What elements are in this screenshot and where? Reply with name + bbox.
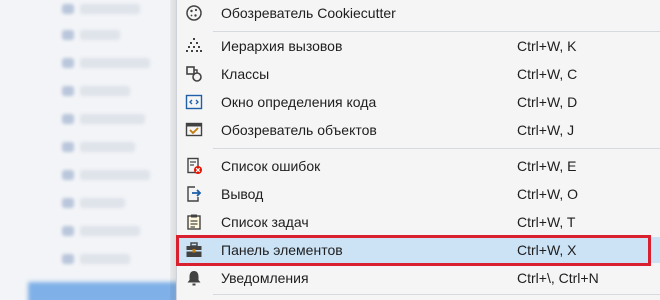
menu-item-label: Обозреватель Cookiecutter bbox=[221, 5, 396, 21]
view-other-windows-menu: Обозреватель Cookiecutter Иерархия вызов… bbox=[176, 0, 660, 300]
menu-item-label: Иерархия вызовов bbox=[221, 38, 343, 54]
toolbox-icon bbox=[185, 241, 203, 259]
menu-item-call-hierarchy[interactable]: Иерархия вызовов Ctrl+W, K bbox=[177, 33, 660, 59]
menu-item-label: Уведомления bbox=[221, 270, 309, 286]
output-icon bbox=[185, 185, 203, 203]
menu-item-label: Обозреватель объектов bbox=[221, 122, 377, 138]
menu-item-cookiecutter-explorer[interactable]: Обозреватель Cookiecutter bbox=[177, 0, 660, 26]
menu-item-label: Список задач bbox=[221, 214, 309, 230]
cookiecutter-icon bbox=[185, 4, 203, 22]
menu-item-shortcut: Ctrl+W, T bbox=[517, 214, 576, 230]
menu-separator bbox=[213, 31, 660, 32]
menu-item-object-browser[interactable]: Обозреватель объектов Ctrl+W, J bbox=[177, 117, 660, 143]
menu-separator bbox=[213, 148, 660, 149]
bell-icon bbox=[185, 269, 203, 287]
object-browser-icon bbox=[185, 121, 203, 139]
menu-item-task-list[interactable]: Список задач Ctrl+W, T bbox=[177, 209, 660, 235]
menu-item-class-view[interactable]: Классы Ctrl+W, C bbox=[177, 61, 660, 87]
menu-item-label: Список ошибок bbox=[221, 158, 321, 174]
code-definition-icon bbox=[185, 93, 203, 111]
menu-item-label: Окно определения кода bbox=[221, 94, 377, 110]
task-list-icon bbox=[185, 213, 203, 231]
menu-item-label: Вывод bbox=[221, 186, 264, 202]
class-view-icon bbox=[185, 65, 203, 83]
menu-item-shortcut: Ctrl+W, X bbox=[517, 242, 577, 258]
menu-item-toolbox[interactable]: Панель элементов Ctrl+W, X bbox=[177, 237, 660, 263]
background-window bbox=[0, 0, 176, 300]
call-hierarchy-icon bbox=[185, 37, 203, 55]
menu-item-shortcut: Ctrl+\, Ctrl+N bbox=[517, 270, 599, 286]
error-list-icon bbox=[185, 157, 203, 175]
menu-item-output[interactable]: Вывод Ctrl+W, O bbox=[177, 181, 660, 207]
menu-item-label: Классы bbox=[221, 66, 270, 82]
menu-item-error-list[interactable]: Список ошибок Ctrl+W, E bbox=[177, 153, 660, 179]
menu-item-label: Панель элементов bbox=[221, 242, 343, 258]
menu-item-shortcut: Ctrl+W, K bbox=[517, 38, 577, 54]
menu-item-shortcut: Ctrl+W, E bbox=[517, 158, 577, 174]
menu-separator bbox=[213, 294, 660, 295]
menu-item-shortcut: Ctrl+W, C bbox=[517, 66, 578, 82]
menu-item-shortcut: Ctrl+W, J bbox=[517, 122, 575, 138]
menu-item-code-definition[interactable]: Окно определения кода Ctrl+W, D bbox=[177, 89, 660, 115]
menu-item-notifications[interactable]: Уведомления Ctrl+\, Ctrl+N bbox=[177, 265, 660, 291]
menu-item-shortcut: Ctrl+W, D bbox=[517, 94, 578, 110]
menu-item-shortcut: Ctrl+W, O bbox=[517, 186, 579, 202]
